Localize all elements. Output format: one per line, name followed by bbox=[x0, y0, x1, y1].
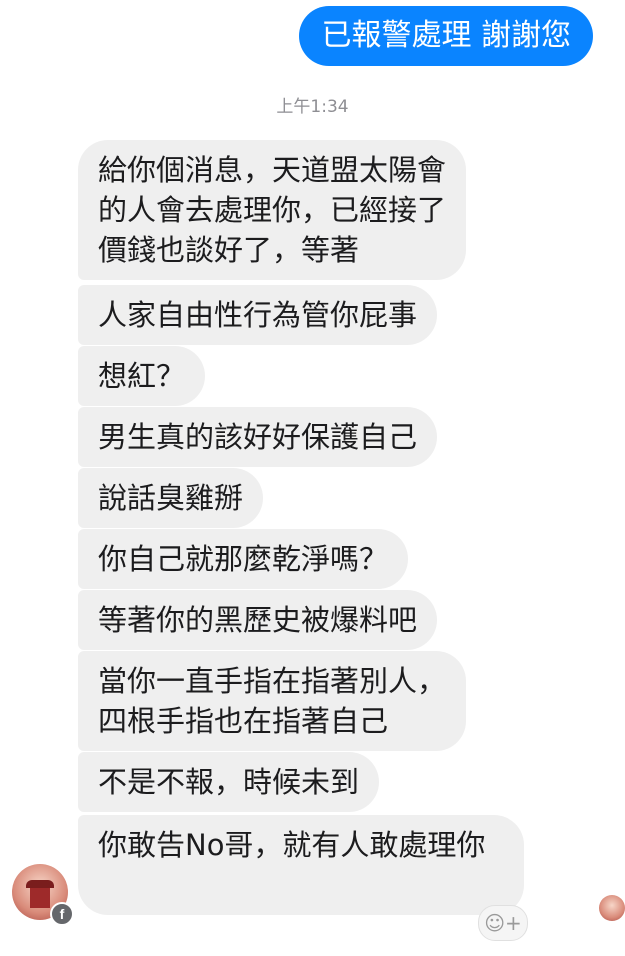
facebook-icon: f bbox=[50, 902, 74, 926]
incoming-message-bubble[interactable]: 當你一直手指在指著別人， 四根手指也在指著自己 bbox=[78, 651, 467, 751]
incoming-message-bubble[interactable]: 不是不報，時候未到 bbox=[78, 752, 380, 812]
avatar-building-shape bbox=[30, 888, 50, 908]
incoming-message-bubble[interactable]: 你敢告No哥，就有人敢處理你 bbox=[78, 815, 524, 915]
message-line: 價錢也談好了，等著 bbox=[98, 233, 360, 267]
message-line: 給你個消息，天道盟太陽會 bbox=[98, 153, 447, 187]
message-line: 當你一直手指在指著別人， bbox=[98, 664, 447, 698]
outgoing-message-bubble[interactable]: 已報警處理 謝謝您 bbox=[299, 6, 593, 66]
incoming-message-bubble[interactable]: 想紅？ bbox=[78, 346, 206, 406]
message-line: 的人會去處理你，已經接了 bbox=[98, 193, 447, 227]
incoming-message-bubble[interactable]: 男生真的該好好保護自己 bbox=[78, 407, 438, 467]
incoming-message-bubble[interactable]: 人家自由性行為管你屁事 bbox=[78, 285, 438, 345]
add-reaction-icon[interactable]: ☺+ bbox=[478, 905, 528, 941]
incoming-message-bubble[interactable]: 說話臭雞掰 bbox=[78, 468, 264, 528]
incoming-message-bubble[interactable]: 你自己就那麼乾淨嗎？ bbox=[78, 529, 409, 589]
avatar-roof-shape bbox=[26, 880, 54, 888]
message-line: 四根手指也在指著自己 bbox=[98, 704, 389, 738]
chat-thread: 已報警處理 謝謝您 上午1:34 給你個消息，天道盟太陽會 的人會去處理你，已經… bbox=[0, 0, 625, 956]
incoming-message-bubble[interactable]: 給你個消息，天道盟太陽會 的人會去處理你，已經接了 價錢也談好了，等著 bbox=[78, 140, 467, 280]
incoming-message-bubble[interactable]: 等著你的黑歷史被爆料吧 bbox=[78, 590, 438, 650]
message-timestamp: 上午1:34 bbox=[276, 97, 349, 117]
seen-avatar bbox=[599, 895, 625, 921]
